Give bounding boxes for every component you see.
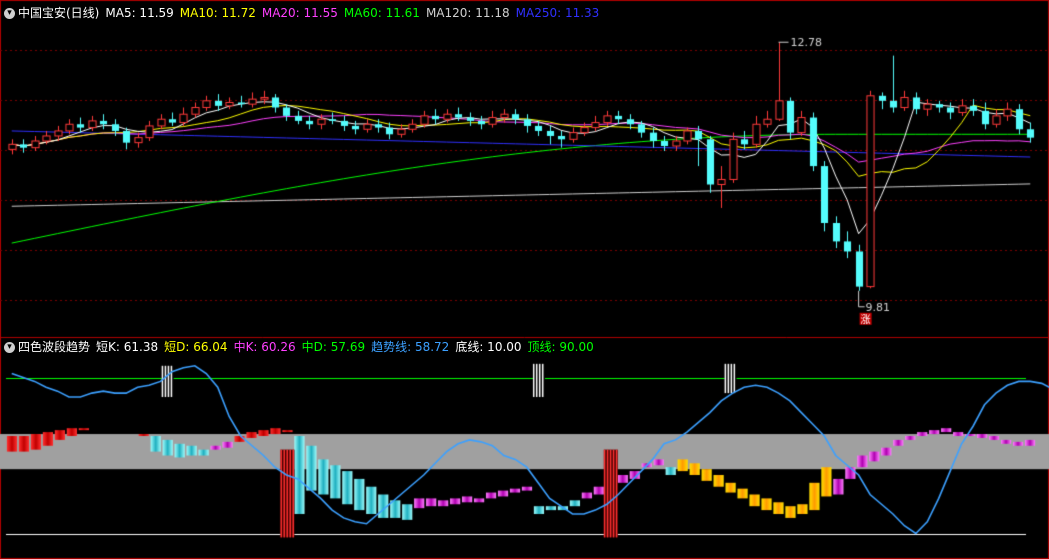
- indicator-value-4: 趋势线: 58.72: [371, 340, 450, 354]
- ma-value-0: MA5: 11.59: [105, 6, 174, 20]
- indicator-value-1: 短D: 66.04: [164, 340, 228, 354]
- indicator-value-0: 短K: 61.38: [96, 340, 159, 354]
- main-chart-legend: ▾ 中国宝安(日线) MA5: 11.59 MA10: 11.72 MA20: 11…: [4, 4, 605, 22]
- ma-value-1: MA10: 11.72: [179, 6, 256, 20]
- indicator-value-3: 中D: 57.69: [301, 340, 366, 354]
- dropdown-icon[interactable]: ▾: [4, 7, 15, 19]
- ma-value-4: MA120: 11.18: [425, 6, 510, 20]
- indicator-value-2: 中K: 60.26: [233, 340, 296, 354]
- ma-value-3: MA60: 11.61: [343, 6, 420, 20]
- stock-chart-canvas[interactable]: [0, 0, 1049, 559]
- indicator-legend: ▾ 四色波段趋势 短K: 61.38 短D: 66.04 中K: 60.26 中D: …: [4, 338, 600, 356]
- ma-items: MA5: 11.59 MA10: 11.72 MA20: 11.55 MA60: 11…: [105, 4, 605, 22]
- indicator-title: 四色波段趋势: [18, 340, 91, 354]
- indicator-items: 短K: 61.38 短D: 66.04 中K: 60.26 中D: 57.69 趋势线:…: [96, 338, 600, 356]
- ma-value-5: MA250: 11.33: [515, 6, 600, 20]
- indicator-value-6: 顶线: 90.00: [527, 340, 594, 354]
- stock-title: 中国宝安(日线): [18, 6, 100, 20]
- dropdown-icon[interactable]: ▾: [4, 341, 15, 353]
- ma-value-2: MA20: 11.55: [261, 6, 338, 20]
- indicator-value-5: 底线: 10.00: [455, 340, 522, 354]
